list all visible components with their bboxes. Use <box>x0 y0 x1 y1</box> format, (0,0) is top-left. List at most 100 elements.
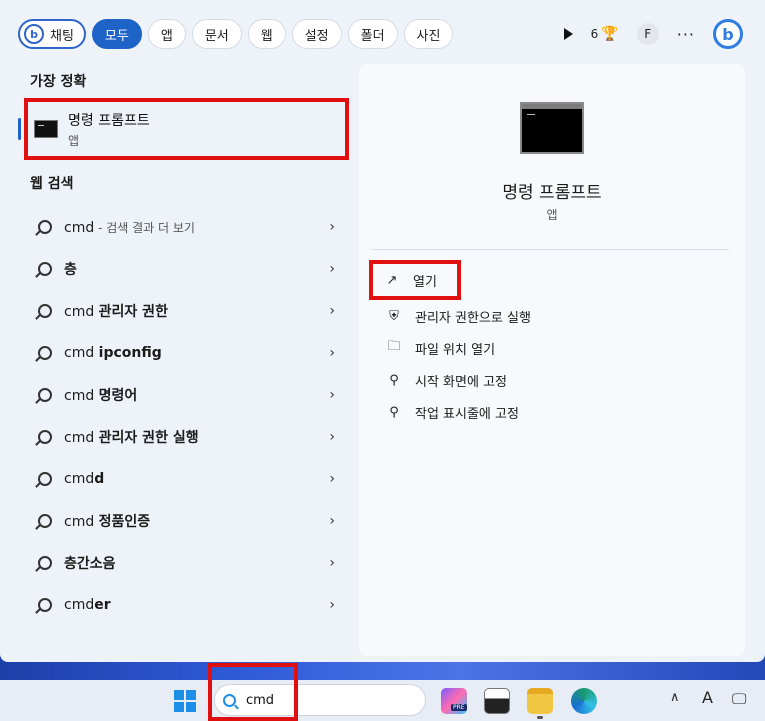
suggestion-bold: 관리자 권한 <box>98 304 168 320</box>
chevron-right-icon: › <box>329 303 335 319</box>
suggestion-bold: 관리자 권한 실행 <box>98 430 199 446</box>
play-icon[interactable] <box>563 28 573 40</box>
pin-icon: ⚲ <box>389 404 399 420</box>
suggestion-text: cmd <box>64 345 99 361</box>
chat-button[interactable]: b 채팅 <box>18 19 86 49</box>
detail-subtitle: 앱 <box>546 208 558 222</box>
suggestion-bold: 정품인증 <box>98 514 151 530</box>
pin-to-taskbar-action[interactable]: ⚲ 작업 표시줄에 고정 <box>371 396 731 428</box>
action-label: 시작 화면에 고정 <box>415 374 507 390</box>
start-search-panel: b 채팅 모두 앱 문서 웹 설정 폴더 사진 6 🏆 F ··· b 가장 정… <box>0 0 765 662</box>
run-as-admin-action[interactable]: ⛨ 관리자 권한으로 실행 <box>371 300 731 332</box>
suggestion-text: cmd <box>64 597 95 613</box>
pin-icon: ⚲ <box>389 372 399 388</box>
best-match-type: 앱 <box>68 133 80 148</box>
search-icon <box>38 304 52 318</box>
search-icon <box>38 262 52 276</box>
list-item[interactable]: cmder › <box>18 584 353 626</box>
chevron-right-icon: › <box>329 345 335 361</box>
avatar[interactable]: F <box>636 23 659 45</box>
detail-card: 명령 프롬프트 앱 ↗ 열기 ⛨ 관리자 권한으로 실행 🗀 파일 위치 열기 … <box>359 64 745 656</box>
action-label: 작업 표시줄에 고정 <box>415 406 519 422</box>
search-icon <box>38 388 52 402</box>
action-label: 파일 위치 열기 <box>415 342 496 358</box>
selection-accent <box>18 118 21 140</box>
search-icon <box>38 346 52 360</box>
chevron-right-icon: › <box>329 513 335 529</box>
points-value: 6 <box>590 27 599 41</box>
action-list: ↗ 열기 ⛨ 관리자 권한으로 실행 🗀 파일 위치 열기 ⚲ 시작 화면에 고… <box>369 260 731 428</box>
display-icon[interactable]: 🖵 <box>732 690 746 708</box>
open-external-icon: ↗ <box>386 272 398 288</box>
suggestion-text: cmd <box>64 219 95 236</box>
tab-web[interactable]: 웹 <box>247 19 286 49</box>
tab-apps[interactable]: 앱 <box>147 19 186 49</box>
more-options-icon[interactable]: ··· <box>677 25 695 44</box>
divider <box>371 249 729 250</box>
list-item[interactable]: cmd ipconfig › <box>18 332 353 374</box>
suggestion-text: cmd <box>64 304 99 320</box>
search-icon <box>38 598 52 612</box>
top-right-tools: 6 🏆 F ··· b <box>563 18 743 50</box>
tab-photos[interactable]: 사진 <box>403 19 454 49</box>
tab-settings[interactable]: 설정 <box>291 19 342 49</box>
pre-badge: PRE <box>451 704 467 711</box>
detail-title: 명령 프롬프트 <box>502 183 602 203</box>
tab-folders[interactable]: 폴더 <box>347 19 398 49</box>
suggestion-bold: ipconfig <box>98 345 162 361</box>
chat-label: 채팅 <box>50 28 74 44</box>
bing-chat-icon: b <box>24 24 44 44</box>
suggestion-text: cmd <box>64 471 95 487</box>
best-match-heading: 가장 정확 <box>30 74 87 90</box>
chevron-right-icon: › <box>329 429 335 445</box>
tab-documents[interactable]: 문서 <box>191 19 242 49</box>
list-item[interactable]: 층간소음 › <box>18 542 353 584</box>
list-item[interactable]: cmd 관리자 권한 › <box>18 290 353 332</box>
rewards-points[interactable]: 6 🏆 <box>591 26 619 42</box>
file-explorer-icon[interactable] <box>527 688 553 714</box>
copilot-icon[interactable]: PRE <box>441 688 467 714</box>
pin-to-start-action[interactable]: ⚲ 시작 화면에 고정 <box>371 364 731 396</box>
suggestion-bold: 명령어 <box>98 388 138 404</box>
input-method-icon[interactable]: A <box>702 688 713 707</box>
open-action[interactable]: ↗ 열기 <box>369 260 461 300</box>
task-view-icon[interactable] <box>484 688 510 714</box>
search-icon <box>38 472 52 486</box>
chevron-right-icon: › <box>329 597 335 613</box>
suggestion-bold: er <box>94 597 111 613</box>
action-label: 관리자 권한으로 실행 <box>415 310 531 326</box>
windows-start-icon[interactable] <box>174 690 196 712</box>
search-icon <box>38 430 52 444</box>
trophy-icon: 🏆 <box>601 26 619 42</box>
tray-overflow-icon[interactable]: ∧ <box>670 690 680 705</box>
suggestion-bold: 층간소음 <box>64 556 116 572</box>
chevron-right-icon: › <box>329 471 335 487</box>
chevron-right-icon: › <box>329 219 335 235</box>
edge-browser-icon[interactable] <box>571 688 597 714</box>
list-item[interactable]: cmdd › <box>18 458 353 500</box>
filter-bar: b 채팅 모두 앱 문서 웹 설정 폴더 사진 <box>18 18 454 50</box>
best-match-result[interactable]: 명령 프롬프트 앱 <box>18 98 349 160</box>
running-indicator <box>537 716 543 719</box>
list-item[interactable]: cmd - 검색 결과 더 보기 › <box>18 206 353 248</box>
suggestion-bold: 층 <box>64 262 77 278</box>
list-item[interactable]: cmd 정품인증 › <box>18 500 353 542</box>
action-label: 열기 <box>413 274 437 290</box>
suggestion-text: cmd <box>64 514 99 530</box>
open-file-location-action[interactable]: 🗀 파일 위치 열기 <box>371 332 731 364</box>
tab-all[interactable]: 모두 <box>91 19 142 49</box>
bing-icon[interactable]: b <box>713 19 743 49</box>
list-item[interactable]: cmd 명령어 › <box>18 374 353 416</box>
web-search-list: cmd - 검색 결과 더 보기 › 층 › cmd 관리자 권한 › cmd … <box>18 206 353 626</box>
chevron-right-icon: › <box>329 555 335 571</box>
search-highlight-box <box>208 663 298 721</box>
list-item[interactable]: 층 › <box>18 248 353 290</box>
best-match-name: 명령 프롬프트 <box>68 112 150 129</box>
shield-icon: ⛨ <box>389 308 399 324</box>
list-item[interactable]: cmd 관리자 권한 실행 › <box>18 416 353 458</box>
suggestion-bold: d <box>94 471 105 487</box>
search-icon <box>38 220 52 234</box>
search-icon <box>38 556 52 570</box>
chevron-right-icon: › <box>329 387 335 403</box>
chevron-right-icon: › <box>329 261 335 277</box>
